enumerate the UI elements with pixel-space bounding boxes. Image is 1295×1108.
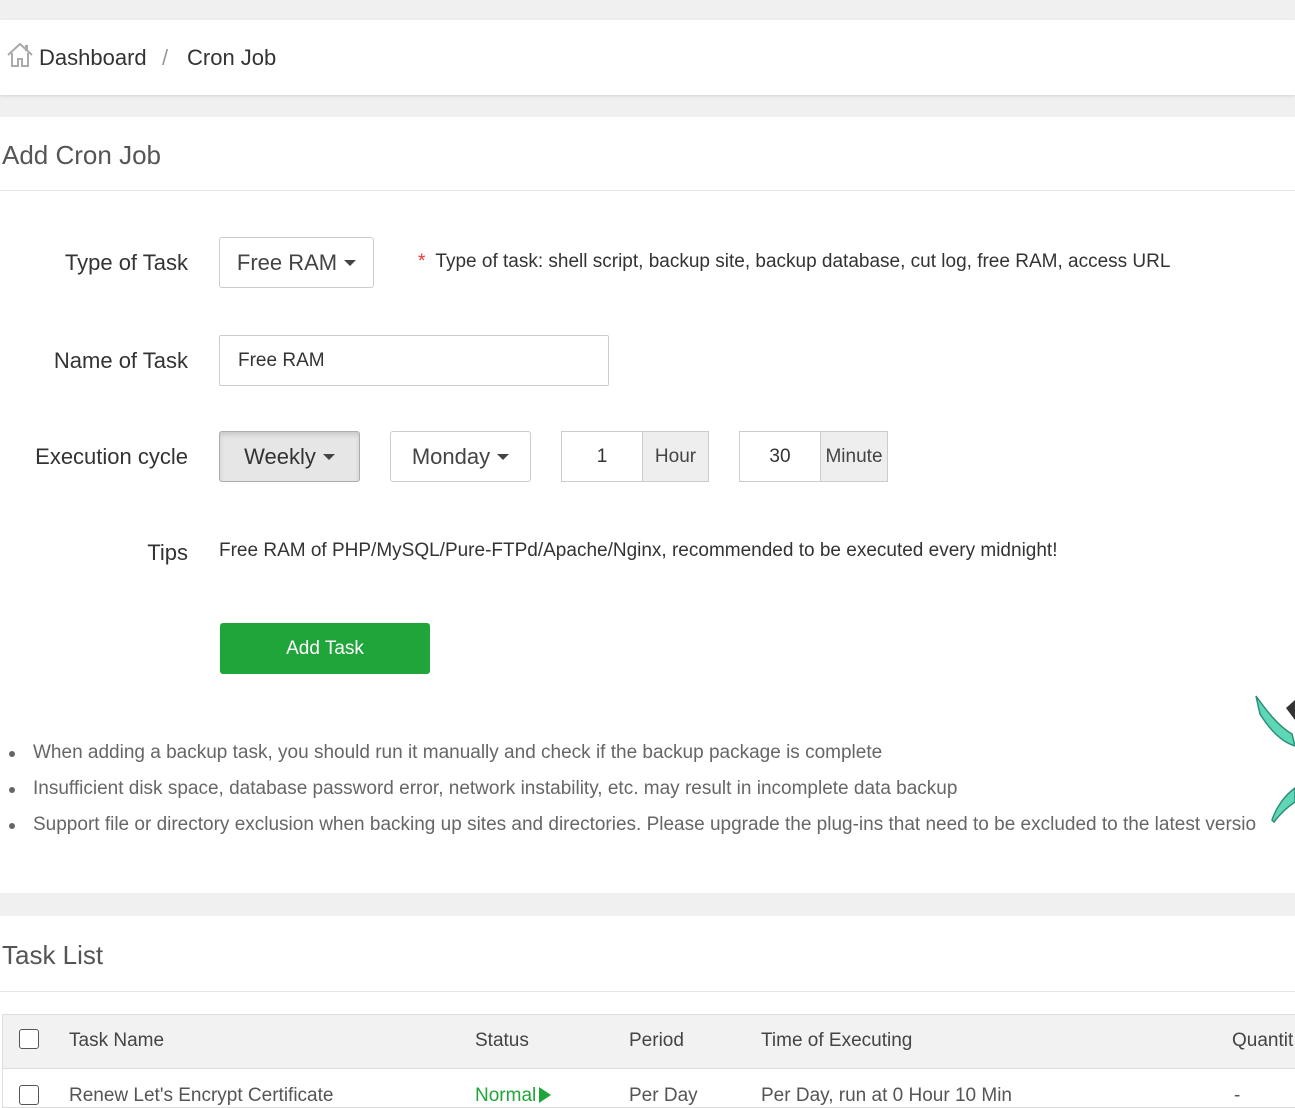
tips-text: Free RAM of PHP/MySQL/Pure-FTPd/Apache/N… <box>219 540 1058 561</box>
name-of-task-input[interactable]: Free RAM <box>219 335 609 386</box>
list-item: When adding a backup task, you should ru… <box>0 735 1295 771</box>
weekday-select[interactable]: Monday <box>390 431 531 482</box>
tips-label: Tips <box>147 540 188 565</box>
type-of-task-note-text: Type of task: shell script, backup site,… <box>435 251 1171 272</box>
caret-down-icon <box>497 453 510 460</box>
caret-down-icon <box>322 453 335 460</box>
task-table: Task Name Status Period Time of Executin… <box>2 1014 1295 1108</box>
column-header-status[interactable]: Status <box>475 1030 529 1052</box>
add-cron-job-title: Add Cron Job <box>2 140 161 170</box>
play-icon <box>539 1087 552 1103</box>
hour-input[interactable]: 1 <box>561 431 643 482</box>
panel-divider <box>0 190 1295 191</box>
type-of-task-value: Free RAM <box>236 249 338 275</box>
column-header-time[interactable]: Time of Executing <box>761 1030 912 1052</box>
type-of-task-select[interactable]: Free RAM <box>219 237 374 288</box>
required-star: * <box>418 251 426 272</box>
panel-divider <box>0 991 1295 992</box>
minute-input[interactable]: 30 <box>739 431 821 482</box>
name-of-task-label: Name of Task <box>53 348 188 373</box>
list-item: Insufficient disk space, database passwo… <box>0 771 1295 807</box>
column-header-task-name[interactable]: Task Name <box>69 1030 164 1052</box>
notes-list: When adding a backup task, you should ru… <box>0 735 1295 843</box>
add-task-button[interactable]: Add Task <box>220 623 430 674</box>
time-cell: Per Day, run at 0 Hour 10 Min <box>761 1085 1012 1106</box>
breadcrumb-separator: / <box>162 45 169 70</box>
status-toggle[interactable]: Normal <box>475 1085 552 1107</box>
task-name-cell: Renew Let's Encrypt Certificate <box>69 1085 334 1106</box>
column-header-period[interactable]: Period <box>629 1030 684 1052</box>
row-checkbox[interactable] <box>19 1085 39 1105</box>
list-item: Support file or directory exclusion when… <box>0 807 1295 843</box>
weekday-value: Monday <box>411 443 491 469</box>
execution-cycle-value: Weekly <box>244 443 316 469</box>
column-header-quantity[interactable]: Quantit <box>1232 1030 1293 1052</box>
breadcrumb-current: Cron Job <box>187 45 277 70</box>
period-cell: Per Day <box>629 1085 698 1106</box>
type-of-task-label: Type of Task <box>64 250 188 275</box>
select-all-checkbox[interactable] <box>19 1029 39 1049</box>
type-of-task-note: * Type of task: shell script, backup site… <box>418 251 1170 273</box>
home-icon[interactable] <box>6 42 34 68</box>
status-label: Normal <box>475 1085 537 1106</box>
mascot-icon <box>1255 695 1295 824</box>
execution-cycle-select[interactable]: Weekly <box>219 431 360 482</box>
task-list-title: Task List <box>2 940 104 970</box>
breadcrumb-dashboard-link[interactable]: Dashboard <box>39 45 147 71</box>
execution-cycle-label: Execution cycle <box>35 444 188 469</box>
caret-down-icon <box>344 259 357 266</box>
minute-unit-addon: Minute <box>821 431 888 482</box>
hour-unit-addon: Hour <box>643 431 709 482</box>
quantity-cell: - <box>1234 1085 1241 1106</box>
